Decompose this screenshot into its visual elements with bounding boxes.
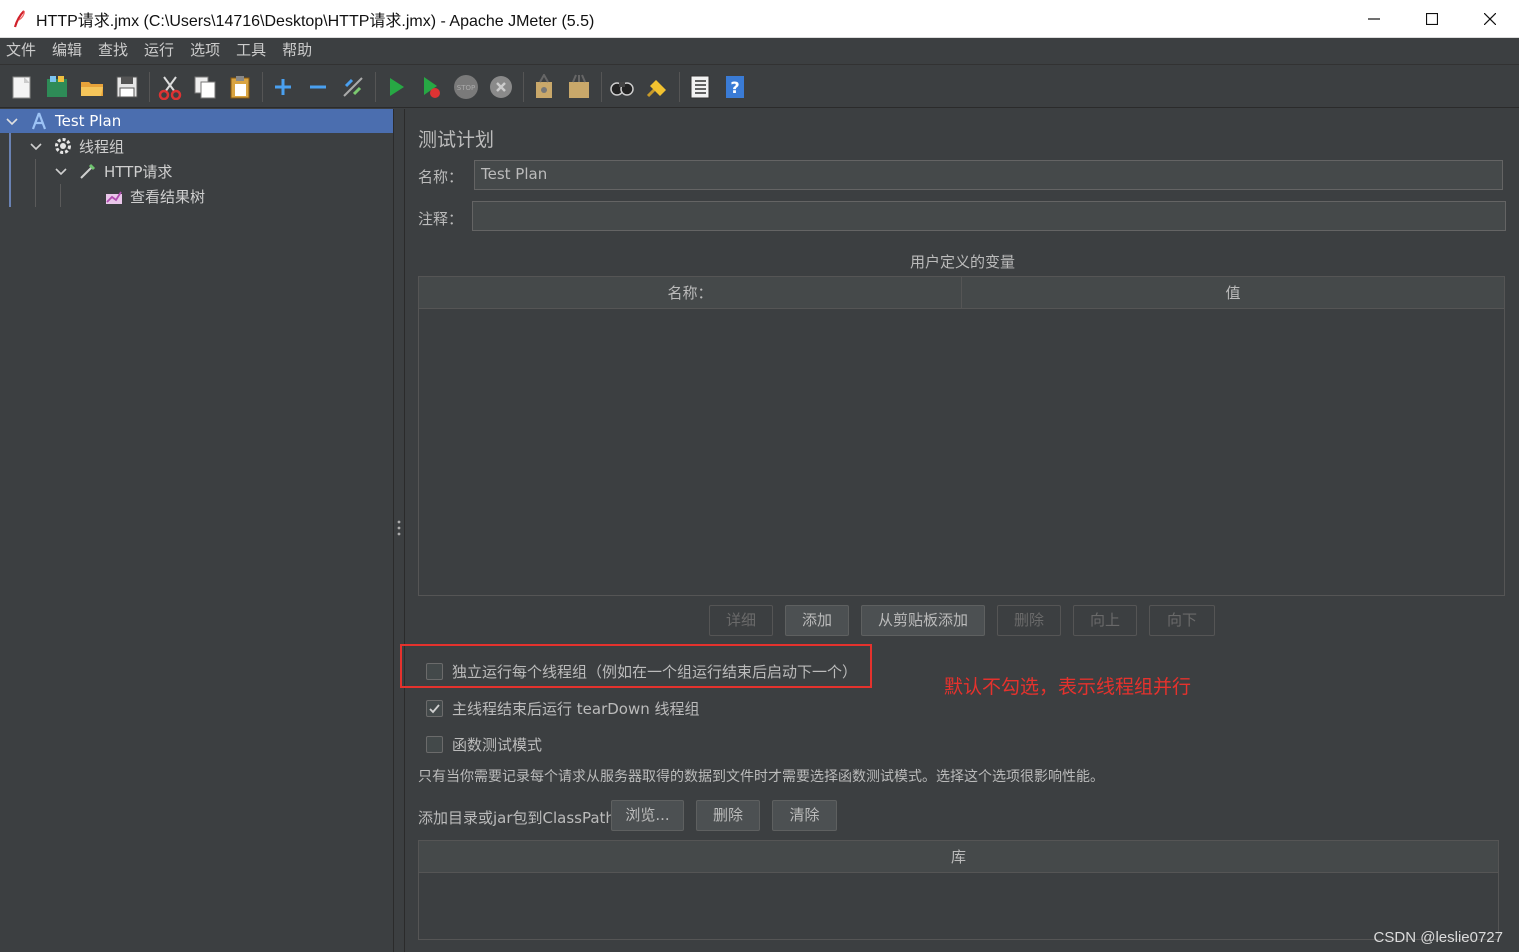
toggle-icon[interactable] [338, 72, 368, 102]
menu-search[interactable]: 查找 [90, 38, 136, 65]
tree-node-test-plan[interactable]: Test Plan [0, 109, 393, 133]
highlight-box [400, 644, 872, 688]
start-icon[interactable] [381, 72, 411, 102]
watermark: CSDN @leslie0727 [1373, 929, 1503, 946]
reset-search-icon[interactable] [642, 72, 672, 102]
user-variables-table[interactable]: 名称： 值 [418, 276, 1505, 596]
tree-node-view-results-tree[interactable]: 查看结果树 [104, 184, 205, 208]
templates-icon[interactable] [42, 72, 72, 102]
functional-mode-option[interactable]: 函数测试模式 [426, 734, 542, 755]
stop-icon[interactable]: STOP [451, 72, 481, 102]
listener-chart-icon [106, 191, 122, 204]
menu-tools[interactable]: 工具 [228, 38, 274, 65]
tree-label-http-request: HTTP请求 [104, 162, 173, 181]
chevron-down-icon[interactable] [54, 164, 68, 178]
tree-label-view-results-tree: 查看结果树 [130, 187, 206, 206]
menu-file[interactable]: 文件 [0, 38, 44, 65]
title-bar: HTTP请求.jmx (C:\Users\14716\Desktop\HTTP请… [0, 0, 1519, 38]
menu-edit[interactable]: 编辑 [44, 38, 90, 65]
detail-button[interactable]: 详细 [709, 605, 773, 636]
help-icon[interactable]: ? [720, 72, 750, 102]
minimize-button[interactable] [1345, 0, 1403, 38]
annotation-text: 默认不勾选，表示线程组并行 [944, 676, 1192, 698]
classpath-delete-button[interactable]: 删除 [696, 800, 760, 831]
name-field[interactable]: Test Plan [474, 160, 1503, 190]
page-title: 测试计划 [418, 129, 495, 151]
copy-icon[interactable] [190, 72, 220, 102]
cut-icon[interactable] [155, 72, 185, 102]
open-icon[interactable] [77, 72, 107, 102]
add-button[interactable]: 添加 [785, 605, 849, 636]
clear-icon[interactable] [529, 72, 559, 102]
start-no-pause-icon[interactable] [416, 72, 446, 102]
functional-mode-label: 函数测试模式 [452, 736, 543, 754]
new-icon[interactable] [7, 72, 37, 102]
tree-label-thread-group: 线程组 [79, 137, 125, 156]
teardown-label: 主线程结束后运行 tearDown 线程组 [452, 700, 700, 718]
test-plan-icon [31, 112, 47, 130]
move-down-button[interactable]: 向下 [1149, 605, 1215, 636]
menu-help[interactable]: 帮助 [274, 38, 320, 65]
expand-icon[interactable] [268, 72, 298, 102]
menu-bar: 文件 编辑 查找 运行 选项 工具 帮助 [0, 38, 1519, 65]
table-header: 库 [419, 841, 1498, 873]
chevron-down-icon[interactable] [5, 114, 19, 128]
column-header-library[interactable]: 库 [419, 841, 1498, 872]
svg-text:?: ? [730, 78, 739, 97]
split-pane-divider[interactable] [394, 109, 405, 952]
chevron-down-icon[interactable] [29, 139, 43, 153]
save-icon[interactable] [112, 72, 142, 102]
classpath-clear-button[interactable]: 清除 [772, 800, 837, 831]
test-plan-tree: Test Plan 线程组 HTTP请求 查看结果树 [0, 109, 394, 952]
variables-title: 用户定义的变量 [910, 253, 1016, 271]
window-title: HTTP请求.jmx (C:\Users\14716\Desktop\HTTP请… [36, 12, 595, 30]
shutdown-icon[interactable] [486, 72, 516, 102]
drag-handle-icon[interactable] [397, 519, 401, 537]
svg-text:STOP: STOP [457, 84, 475, 92]
classpath-library-table[interactable]: 库 [418, 840, 1499, 940]
column-header-name[interactable]: 名称： [419, 277, 961, 308]
menu-run[interactable]: 运行 [136, 38, 182, 65]
delete-button[interactable]: 删除 [997, 605, 1061, 636]
paste-icon[interactable] [225, 72, 255, 102]
close-button[interactable] [1461, 0, 1519, 38]
menu-options[interactable]: 选项 [182, 38, 228, 65]
sampler-pipette-icon [80, 163, 96, 179]
gear-icon [55, 138, 71, 154]
name-label: 名称： [418, 168, 464, 186]
classpath-label: 添加目录或jar包到ClassPath [418, 809, 615, 827]
clear-all-icon[interactable] [564, 72, 594, 102]
comment-field[interactable] [472, 201, 1506, 231]
maximize-button[interactable] [1403, 0, 1461, 38]
checkmark-icon [429, 704, 440, 714]
functional-mode-note: 只有当你需要记录每个请求从服务器取得的数据到文件时才需要选择函数测试模式。选择这… [418, 769, 1104, 785]
functional-mode-checkbox[interactable] [426, 736, 443, 753]
test-plan-panel: 测试计划 名称： Test Plan 注释： 用户定义的变量 名称： 值 详细 … [406, 109, 1519, 952]
tree-label-test-plan: Test Plan [55, 112, 122, 130]
jmeter-feather-icon [12, 9, 28, 28]
tree-node-http-request[interactable]: HTTP请求 [54, 159, 172, 183]
teardown-option[interactable]: 主线程结束后运行 tearDown 线程组 [426, 698, 700, 719]
collapse-icon[interactable] [303, 72, 333, 102]
browse-button[interactable]: 浏览... [611, 800, 684, 831]
column-header-value[interactable]: 值 [961, 277, 1504, 308]
table-header: 名称： 值 [419, 277, 1504, 309]
toolbar: STOP ? [0, 66, 1519, 108]
search-icon[interactable] [607, 72, 637, 102]
move-up-button[interactable]: 向上 [1073, 605, 1137, 636]
tree-node-thread-group[interactable]: 线程组 [29, 134, 124, 158]
add-from-clipboard-button[interactable]: 从剪贴板添加 [861, 605, 985, 636]
function-helper-icon[interactable] [685, 72, 715, 102]
comment-label: 注释： [418, 210, 464, 228]
teardown-checkbox[interactable] [426, 700, 443, 717]
